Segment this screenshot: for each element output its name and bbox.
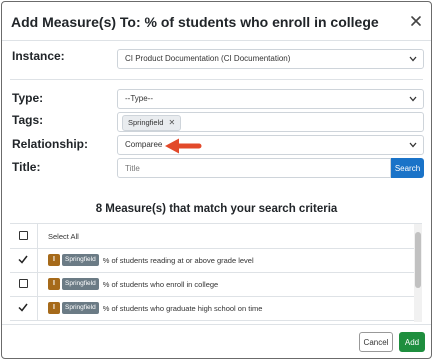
title-label: Title: bbox=[12, 160, 41, 174]
section-divider bbox=[10, 79, 423, 80]
results-scrollbar[interactable] bbox=[414, 224, 422, 322]
table-row[interactable]: I Springfield % of students who enroll i… bbox=[10, 272, 414, 297]
title-input[interactable] bbox=[117, 158, 391, 178]
row-checkbox[interactable] bbox=[19, 279, 28, 288]
chevron-down-icon bbox=[409, 56, 417, 62]
instance-label: Instance: bbox=[12, 49, 65, 63]
measure-name: % of students reading at or above grade … bbox=[102, 255, 254, 265]
measure-name: % of students who graduate high school o… bbox=[102, 303, 263, 313]
scrollbar-thumb[interactable] bbox=[415, 232, 421, 288]
dialog-header: Add Measure(s) To: % of students who enr… bbox=[2, 2, 431, 41]
type-value: --Type-- bbox=[125, 94, 153, 103]
table-row[interactable]: I Springfield % of students who graduate… bbox=[10, 296, 414, 321]
arrow-annotation-icon bbox=[165, 138, 202, 154]
dialog-title: Add Measure(s) To: % of students who enr… bbox=[11, 14, 379, 30]
relationship-value: Comparee bbox=[125, 140, 163, 149]
add-measures-dialog: Add Measure(s) To: % of students who enr… bbox=[1, 1, 432, 359]
chevron-down-icon bbox=[409, 96, 417, 102]
indicator-type-badge: I bbox=[48, 302, 60, 314]
check-icon[interactable] bbox=[18, 255, 28, 264]
tag-chip-label: Springfield bbox=[128, 118, 164, 127]
tags-input[interactable]: Springfield ✕ bbox=[117, 112, 424, 132]
footer-divider bbox=[2, 324, 431, 325]
select-all-checkbox[interactable] bbox=[19, 231, 28, 240]
table-row[interactable]: I Springfield % of students reading at o… bbox=[10, 248, 414, 273]
type-label: Type: bbox=[12, 91, 44, 105]
relationship-label: Relationship: bbox=[12, 137, 89, 151]
cancel-button[interactable]: Cancel bbox=[359, 332, 393, 352]
type-select[interactable]: --Type-- bbox=[117, 89, 424, 109]
tag-badge: Springfield bbox=[62, 278, 99, 290]
results-table: Select All I Springfield % of students r… bbox=[10, 223, 422, 322]
instance-select[interactable]: CI Product Documentation (CI Documentati… bbox=[117, 49, 424, 69]
add-button[interactable]: Add bbox=[399, 332, 425, 352]
tag-chip: Springfield ✕ bbox=[122, 115, 182, 131]
chevron-down-icon bbox=[409, 142, 417, 148]
search-button[interactable]: Search bbox=[391, 158, 424, 178]
indicator-type-badge: I bbox=[48, 254, 60, 266]
tag-badge: Springfield bbox=[62, 302, 99, 314]
select-all-label: Select All bbox=[48, 231, 79, 241]
remove-tag-icon[interactable]: ✕ bbox=[168, 118, 175, 127]
instance-value: CI Product Documentation (CI Documentati… bbox=[125, 54, 291, 63]
measure-name: % of students who enroll in college bbox=[102, 279, 219, 289]
close-icon[interactable] bbox=[409, 14, 423, 28]
results-heading: 8 Measure(s) that match your search crit… bbox=[95, 203, 338, 215]
indicator-type-badge: I bbox=[48, 278, 60, 290]
select-all-row: Select All bbox=[10, 224, 414, 249]
tag-badge: Springfield bbox=[62, 254, 99, 266]
check-icon[interactable] bbox=[18, 303, 28, 312]
tags-label: Tags: bbox=[12, 113, 44, 127]
